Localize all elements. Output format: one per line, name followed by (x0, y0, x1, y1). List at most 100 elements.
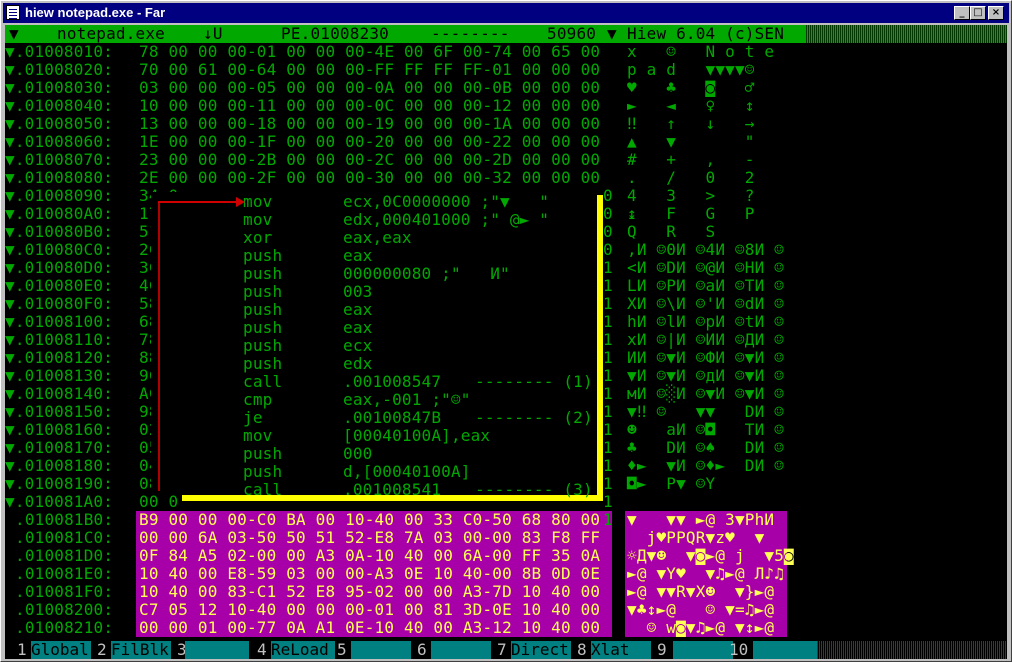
asm-operand: edx (343, 354, 373, 373)
asm-mnemonic: push (243, 444, 283, 463)
row-hex-bytes: 03 00 00 00-05 00 00 00-0A 00 00 00-0B 0… (139, 78, 601, 97)
title-bar[interactable]: hiew notepad.exe - Far _ □ × (3, 3, 1009, 23)
asm-operand: 003 (343, 282, 373, 301)
row-ascii: ▼И ☺▼И ☺дИ ☺▼И ☺ (627, 366, 785, 385)
fkey-number: 2 (97, 640, 107, 659)
fkey-number: 5 (337, 640, 347, 659)
row-ascii: ▼‼ ☺ ▼▼ DИ ☺ (627, 402, 785, 421)
row-address: ▼.01008040: (5, 96, 113, 115)
row-hex-bytes: 13 00 00 00-18 00 00 00-19 00 00 00-1A 0… (139, 114, 601, 133)
header-size: 50960 (547, 25, 597, 43)
asm-jump-ref: -------- (3) (475, 480, 593, 499)
asm-operand: .001008547 (343, 372, 442, 391)
row-hex-bytes: 10 40 00 83-C1 52 E8 95-02 00 00 A3-7D 1… (139, 582, 601, 601)
hex-byte-fragment: 1 (603, 348, 613, 367)
hex-byte-fragment: 1 (603, 474, 613, 493)
fkey-number: 7 (497, 640, 507, 659)
hex-byte-fragment: 1 (603, 330, 613, 349)
row-ascii: . / 0 2 (627, 168, 755, 187)
hex-row[interactable]: ▼.01008080: 2E 00 00 00-2F 00 00 00-30 00… (5, 169, 1007, 187)
row-ascii: ♦► ▼И ☺♦► DИ ☺ (627, 456, 785, 475)
row-address: ▼.010080F0: (5, 294, 113, 313)
header-marker-icon: ▼ (9, 25, 19, 43)
asm-mnemonic: mov (243, 426, 273, 445)
hex-row-highlighted[interactable]: .010081E0: 10 40 00 E8-59 03 00 00-A3 0E … (5, 565, 1007, 583)
asm-mnemonic: xor (243, 228, 273, 247)
hex-byte-fragment: 1 (603, 312, 613, 331)
hex-byte-fragment: 0 (603, 240, 613, 259)
row-hex-bytes: 00 0 (139, 492, 179, 511)
row-address: ▼.01008050: (5, 114, 113, 133)
asm-jump-ref: -------- (2) (475, 408, 593, 427)
hex-row[interactable]: ▼.01008040: 10 00 00 00-11 00 00 00-0C 00… (5, 97, 1007, 115)
row-address: ▼.01008060: (5, 132, 113, 151)
hex-row-highlighted[interactable]: .010081C0: 00 00 6A 03-50 50 51 52-E8 7A … (5, 529, 1007, 547)
row-ascii: ▼ ▼▼ ►@ 3▼PhИ (627, 510, 775, 529)
row-address: ▼.01008030: (5, 78, 113, 97)
asm-mnemonic: push (243, 354, 283, 373)
header-fill (805, 25, 1007, 43)
hex-byte-fragment: 1 (603, 510, 613, 529)
hiew-window: hiew notepad.exe - Far _ □ × ▼ notepad.e… (0, 0, 1012, 662)
asm-mnemonic: je (243, 408, 263, 427)
hex-row-highlighted[interactable]: .010081D0: 0F 84 A5 02-00 00 A3 0A-10 40 … (5, 547, 1007, 565)
row-ascii: j♥PPQR▼z♥ ▼ (627, 528, 765, 547)
row-hex-bytes: 70 00 61 00-64 00 00 00-FF FF FF FF-01 0… (139, 60, 601, 79)
row-ascii: x ☺ N o t e (627, 42, 775, 61)
row-address: ▼.01008010: (5, 42, 113, 61)
fkey-label: Global (31, 641, 91, 659)
fkey-number: 6 (417, 640, 427, 659)
row-ascii: ☻ aИ ☺◘ TИ ☺ (627, 420, 785, 439)
fkey-number: 10 (729, 640, 749, 659)
row-ascii: ▲ ▼ " (627, 132, 755, 151)
row-ascii: ▼♣↕►@ ☺ ▼=♫►@ (627, 600, 775, 619)
header-mode: ↓U (203, 25, 223, 43)
row-address: ▼.01008170: (5, 438, 113, 457)
hex-row[interactable]: ▼.01008030: 03 00 00 00-05 00 00 00-0A 00… (5, 79, 1007, 97)
asm-mnemonic: push (243, 282, 283, 301)
hiew-console[interactable]: ▼ notepad.exe ↓U PE.01008230 -------- 50… (5, 25, 1007, 659)
hex-row[interactable]: ▼.01008060: 1E 00 00 00-1F 00 00 00-20 00… (5, 133, 1007, 151)
hex-byte-fragment: 1 (603, 384, 613, 403)
fkey-label (673, 641, 733, 659)
row-ascii: XИ ☺\И ☺'И ☺dИ ☺ (627, 294, 785, 313)
hex-row-highlighted[interactable]: .01008210: 00 00 01 00-77 0A A1 0E-10 40 … (5, 619, 1007, 637)
row-ascii: ►@ ▼Y♥ ▼♫►@ Л♪♫ (627, 564, 785, 583)
hex-row[interactable]: ▼.01008050: 13 00 00 00-18 00 00 00-19 00… (5, 115, 1007, 133)
maximize-button[interactable]: □ (970, 6, 986, 20)
hex-row-highlighted[interactable]: .01008200: C7 05 12 10-40 00 00 00-01 00 … (5, 601, 1007, 619)
asm-operand: eax,-001 ;"☺" (343, 390, 471, 409)
row-ascii: ► ◄ ♀ ↕ (627, 96, 755, 115)
hex-row-highlighted[interactable]: .010081B0: B9 00 00 00-C0 BA 00 10-40 00 … (5, 511, 1007, 529)
row-ascii: xИ ☺|И ☺ИИ ☺ДИ ☺ (627, 330, 785, 349)
hex-row[interactable]: ▼.01008010: 78 00 00 00-01 00 00 00-4E 00… (5, 43, 1007, 61)
row-address: .010081C0: (15, 528, 114, 547)
fkey-label (185, 641, 249, 659)
row-hex-bytes: B9 00 00 00-C0 BA 00 10-40 00 33 C0-50 6… (139, 510, 601, 529)
row-ascii: ♣ DИ ☺♠ DИ ☺ (627, 438, 785, 457)
far-app-icon[interactable] (6, 5, 20, 20)
row-address: ▼.01008190: (5, 474, 113, 493)
hex-row[interactable]: ▼.01008020: 70 00 61 00-64 00 00 00-FF FF… (5, 61, 1007, 79)
asm-operand: ecx,0C0000000 ;"▼ " (343, 192, 550, 211)
asm-operand: eax (343, 246, 373, 265)
row-ascii: # + , - (627, 150, 755, 169)
hex-row[interactable]: ▼.01008070: 23 00 00 00-2B 00 00 00-2C 00… (5, 151, 1007, 169)
hex-byte-fragment: 1 (603, 276, 613, 295)
close-button[interactable]: × (988, 6, 1004, 20)
hex-row-highlighted[interactable]: .010081F0: 10 40 00 83-C1 52 E8 95-02 00 … (5, 583, 1007, 601)
row-ascii: ☺ w◙▼♫►@ ▼↕►@ (627, 618, 775, 637)
hex-byte-fragment: 0 (603, 186, 613, 205)
asm-mnemonic: cmp (243, 390, 273, 409)
fkey-number: 8 (577, 640, 587, 659)
minimize-button[interactable]: _ (954, 6, 970, 20)
hex-byte-fragment: 1 (603, 492, 613, 511)
asm-operand: 000000080 ;" И" (343, 264, 510, 283)
asm-operand: .001008541 (343, 480, 442, 499)
row-address: .010081D0: (15, 546, 114, 565)
asm-mnemonic: mov (243, 210, 273, 229)
row-address: ▼.010080D0: (5, 258, 113, 277)
row-ascii: ,И ☺0И ☺4И ☺8И ☺ (627, 240, 785, 259)
row-ascii: ◘► P▼ ☺Y (627, 474, 716, 493)
row-address: ▼.01008090: (5, 186, 113, 205)
